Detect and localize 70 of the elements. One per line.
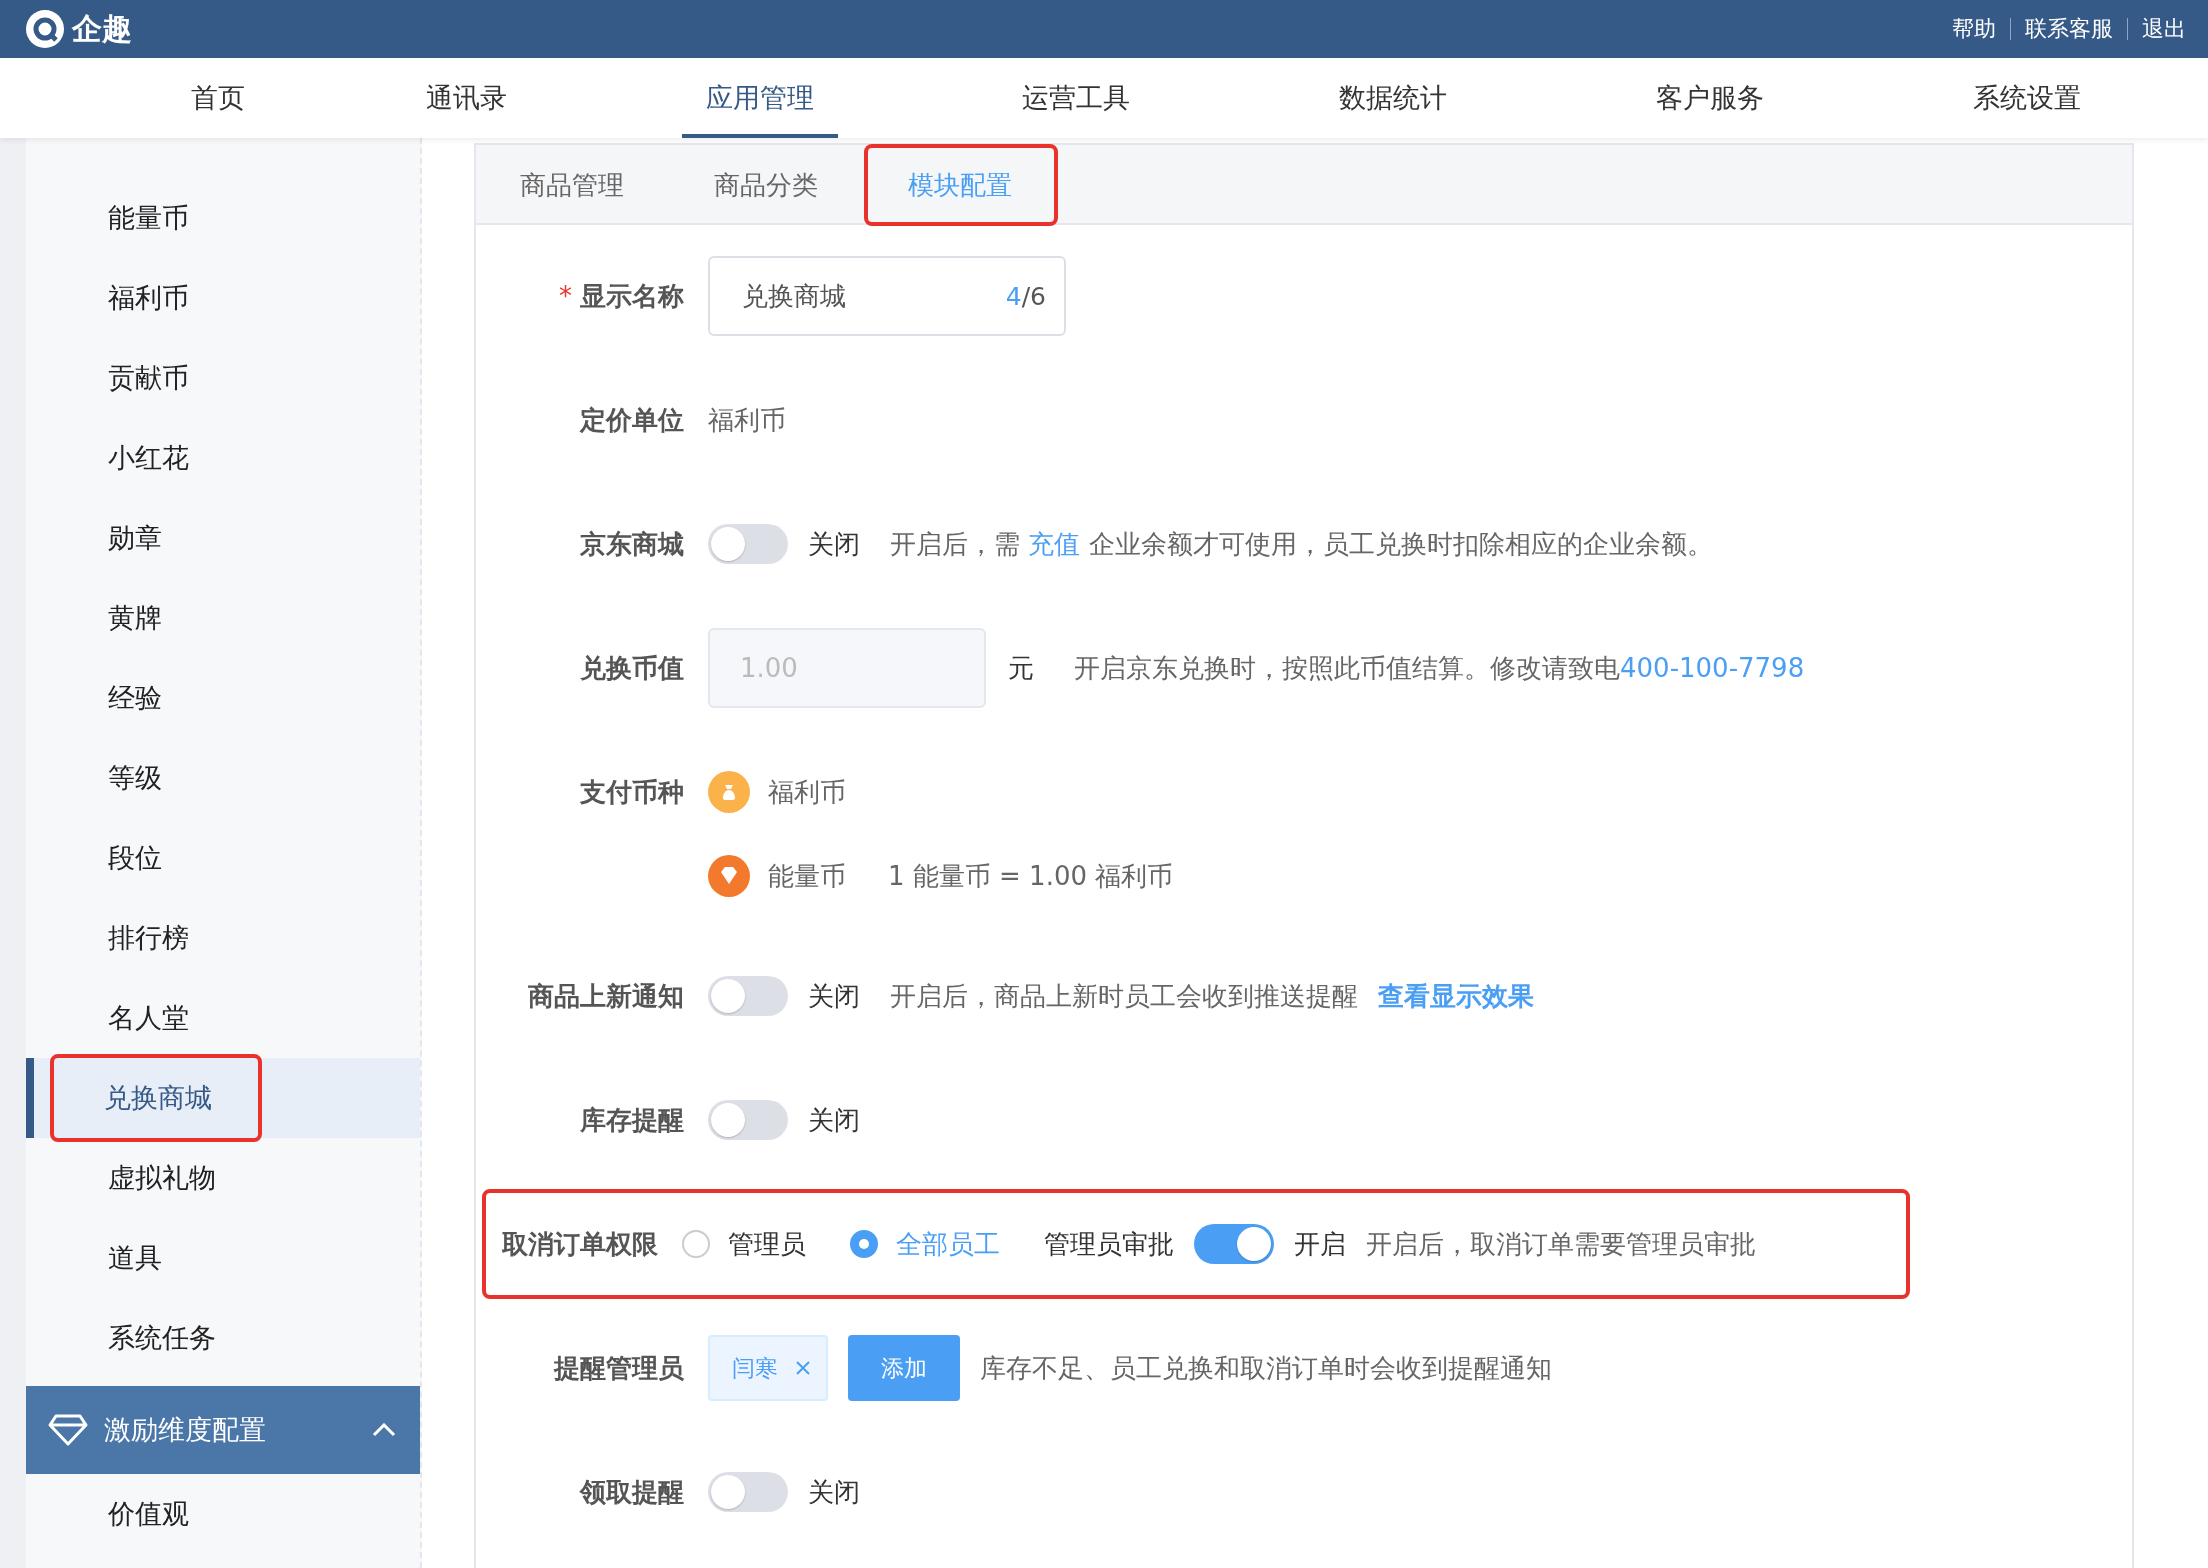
sidebar-item[interactable]: 贡献币: [26, 338, 420, 418]
field-label: 取消订单权限: [501, 1228, 658, 1261]
switch-state: 关闭: [808, 1103, 860, 1137]
field-label: 库存提醒: [579, 1104, 684, 1137]
hint-text: 开启后，商品上新时员工会收到推送提醒: [890, 979, 1358, 1013]
field-label: 定价单位: [578, 404, 684, 437]
coin-bag-icon: [708, 771, 750, 813]
admin-tag: 闫寒: [708, 1335, 828, 1401]
nav-tab[interactable]: 系统设置: [1949, 58, 2105, 138]
field-label: 领取提醒: [578, 1476, 684, 1509]
sidebar-item[interactable]: 福利币: [26, 258, 420, 338]
tab[interactable]: 商品分类: [670, 144, 864, 226]
sidebar-item[interactable]: 系统任务: [26, 1298, 420, 1378]
radio-option[interactable]: 管理员: [682, 1226, 806, 1262]
switch-state: 关闭: [808, 979, 860, 1013]
sidebar-item[interactable]: 价值观: [26, 1474, 420, 1554]
char-count: 4/6: [1005, 281, 1046, 311]
toggle-switch[interactable]: [708, 976, 788, 1016]
sidebar-item[interactable]: 小红花: [26, 418, 420, 498]
sidebar-item[interactable]: 道具: [26, 1218, 420, 1298]
gem-icon: [708, 855, 750, 897]
nav-tab[interactable]: 运营工具: [998, 58, 1154, 138]
toggle-switch[interactable]: [708, 524, 788, 564]
field-label: 兑换币值: [579, 652, 684, 685]
chevron-icon: [372, 1423, 396, 1437]
sidebar-item[interactable]: 虚拟礼物: [26, 1138, 420, 1218]
sidebar-item[interactable]: 经验: [26, 658, 420, 738]
switch-state: 关闭: [808, 1475, 860, 1509]
toggle-switch[interactable]: [708, 1472, 788, 1512]
nav-tab[interactable]: 首页: [167, 58, 269, 138]
sidebar-item[interactable]: 勋章: [26, 498, 420, 578]
currency-name: 能量币: [768, 859, 846, 893]
sidebar-item[interactable]: 段位: [26, 818, 420, 898]
hint-text: 开启后，需 充值 企业余额才可使用，员工兑换时扣除相应的企业余额。: [890, 527, 1713, 561]
header-link[interactable]: 退出: [2142, 14, 2186, 44]
tab[interactable]: 商品管理: [476, 144, 670, 226]
toggle-switch[interactable]: [1194, 1224, 1274, 1264]
sidebar-item[interactable]: 能量币: [26, 178, 420, 258]
header-link[interactable]: 帮助: [1952, 14, 1996, 44]
field-label: 商品上新通知: [527, 980, 684, 1013]
nav-tab[interactable]: 应用管理: [682, 58, 838, 138]
required-mark: *: [559, 281, 572, 311]
nav-tab[interactable]: 数据统计: [1315, 58, 1471, 138]
field-label: 京东商城: [579, 528, 684, 561]
sidebar-item[interactable]: 黄牌: [26, 578, 420, 658]
toggle-switch[interactable]: [708, 1100, 788, 1140]
close-icon[interactable]: [796, 1361, 810, 1375]
nav-tab[interactable]: 通讯录: [401, 58, 531, 138]
field-label: * 显示名称: [558, 280, 684, 313]
field-value: 福利币: [708, 403, 786, 437]
sidebar-item[interactable]: 名人堂: [26, 978, 420, 1058]
diamond-icon: [48, 1413, 88, 1447]
switch-state: 开启: [1294, 1227, 1346, 1261]
switch-state: 关闭: [808, 527, 860, 561]
currency-name: 福利币: [768, 775, 846, 809]
hint-text: 开启后，取消订单需要管理员审批: [1366, 1227, 1756, 1261]
logo-text: 企趣: [72, 9, 132, 48]
unit-label: 元: [1008, 651, 1034, 685]
sidebar-item[interactable]: 排行榜: [26, 898, 420, 978]
sidebar-section-header[interactable]: 激励维度配置: [26, 1386, 420, 1474]
field-label: 提醒管理员: [552, 1352, 684, 1385]
header-link[interactable]: 联系客服: [2025, 14, 2113, 44]
hint-text: 库存不足、员工兑换和取消订单时会收到提醒通知: [980, 1351, 1552, 1385]
hint-text: 开启京东兑换时，按照此币值结算。修改请致电400-100-7798: [1074, 651, 1805, 685]
sidebar-item[interactable]: 等级: [26, 738, 420, 818]
logo-icon: [26, 10, 64, 48]
exchange-rate: 1 能量币 = 1.00 福利币: [888, 859, 1174, 893]
approval-label: 管理员审批: [1044, 1227, 1174, 1261]
field-label: 支付币种: [579, 776, 684, 809]
nav-tab[interactable]: 客户服务: [1632, 58, 1788, 138]
